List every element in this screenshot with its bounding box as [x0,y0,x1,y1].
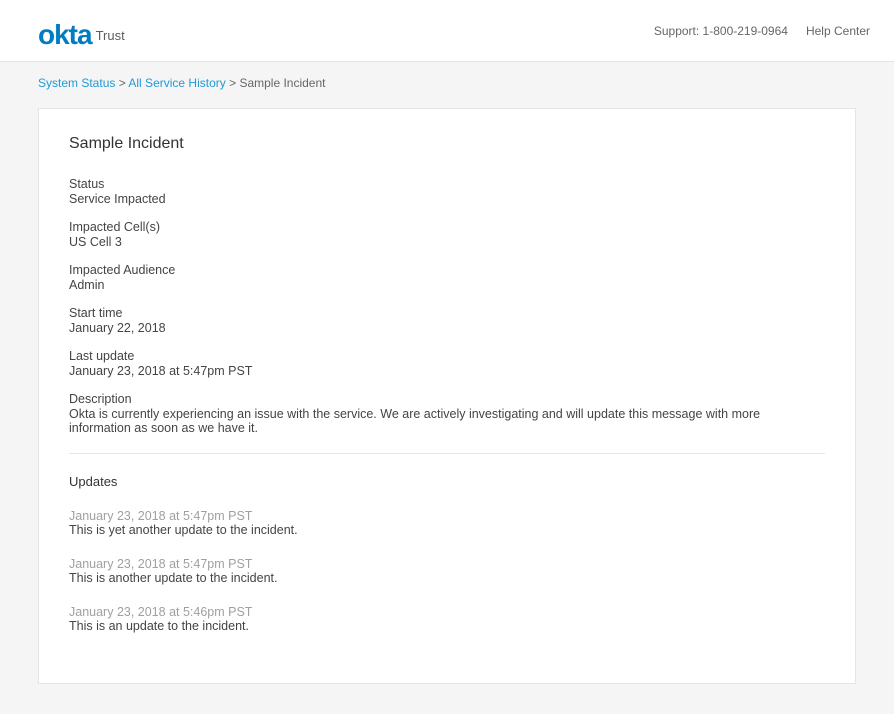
incident-title: Sample Incident [69,135,825,153]
updates-heading: Updates [69,474,825,489]
okta-wordmark: okta [38,19,92,51]
updates-list: January 23, 2018 at 5:47pm PST This is y… [69,509,825,633]
audience-label: Impacted Audience [69,263,825,277]
section-divider [69,453,825,454]
lastupdate-value: January 23, 2018 at 5:47pm PST [69,364,825,378]
support-phone: Support: 1-800-219-0964 [654,24,788,38]
status-label: Status [69,177,825,191]
breadcrumb-system-status[interactable]: System Status [38,76,115,90]
description-label: Description [69,392,825,406]
status-value: Service Impacted [69,192,825,206]
breadcrumb-current: Sample Incident [239,76,325,90]
field-status: Status Service Impacted [69,177,825,206]
field-start-time: Start time January 22, 2018 [69,306,825,335]
start-label: Start time [69,306,825,320]
breadcrumb-separator: > [115,76,128,90]
update-timestamp: January 23, 2018 at 5:47pm PST [69,557,825,571]
description-value: Okta is currently experiencing an issue … [69,407,825,435]
audience-value: Admin [69,278,825,292]
trust-label: Trust [96,28,125,43]
header-right: Support: 1-800-219-0964 Help Center [654,24,870,38]
update-item: January 23, 2018 at 5:47pm PST This is a… [69,557,825,585]
field-description: Description Okta is currently experienci… [69,392,825,435]
update-timestamp: January 23, 2018 at 5:47pm PST [69,509,825,523]
breadcrumb-all-service-history[interactable]: All Service History [128,76,225,90]
cells-value: US Cell 3 [69,235,825,249]
cells-label: Impacted Cell(s) [69,220,825,234]
breadcrumb-separator: > [226,76,240,90]
update-timestamp: January 23, 2018 at 5:46pm PST [69,605,825,619]
breadcrumb: System Status > All Service History > Sa… [38,76,856,90]
start-value: January 22, 2018 [69,321,825,335]
update-body: This is an update to the incident. [69,619,825,633]
field-impacted-audience: Impacted Audience Admin [69,263,825,292]
site-header: okta Trust Support: 1-800-219-0964 Help … [0,0,894,62]
update-body: This is another update to the incident. [69,571,825,585]
help-center-link[interactable]: Help Center [806,24,870,38]
lastupdate-label: Last update [69,349,825,363]
field-impacted-cells: Impacted Cell(s) US Cell 3 [69,220,825,249]
update-item: January 23, 2018 at 5:47pm PST This is y… [69,509,825,537]
update-item: January 23, 2018 at 5:46pm PST This is a… [69,605,825,633]
update-body: This is yet another update to the incide… [69,523,825,537]
incident-card: Sample Incident Status Service Impacted … [38,108,856,684]
page-content: System Status > All Service History > Sa… [0,62,894,714]
field-last-update: Last update January 23, 2018 at 5:47pm P… [69,349,825,378]
brand-logo[interactable]: okta Trust [38,15,125,47]
